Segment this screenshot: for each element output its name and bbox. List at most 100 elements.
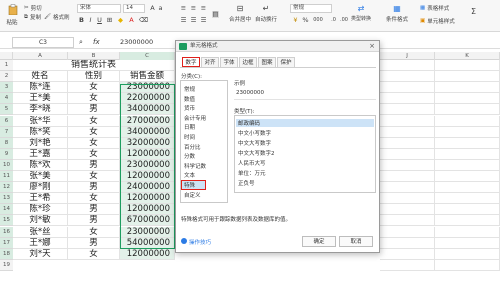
percent-icon[interactable]: % [302, 17, 309, 24]
column-title[interactable]: 性别 [68, 71, 120, 83]
clear-icon[interactable]: ⌫ [139, 17, 148, 24]
name-box[interactable]: C3 [12, 37, 74, 48]
empty-cell[interactable] [435, 82, 500, 94]
empty-cell[interactable] [435, 204, 500, 216]
empty-cell[interactable] [380, 259, 435, 271]
type-list[interactable]: 邮政编码 中文小写数字 中文大写数字 中文大写数字2 人民币大写 单位：万元 正负号 [234, 115, 376, 193]
row-header[interactable]: 17 [0, 237, 13, 249]
merge-center-button[interactable]: ⊟ 合并居中 [228, 4, 252, 23]
table-cell[interactable]: 王*娜 [13, 237, 68, 249]
category-item[interactable]: 会计专用 [184, 114, 206, 122]
type-item[interactable]: 中文小写数字 [238, 129, 271, 137]
empty-cell[interactable] [380, 193, 435, 205]
increase-decimal-icon[interactable]: .0 [330, 17, 337, 24]
cell-style-button[interactable]: ▣ 单元格样式 [420, 17, 455, 25]
align-left-icon[interactable]: ☰ [180, 17, 187, 24]
copy-button[interactable]: ⧉ 复制 [24, 13, 41, 22]
table-cell[interactable]: 张*华 [13, 115, 68, 127]
table-cell[interactable]: 女 [68, 226, 120, 238]
category-item[interactable]: 百分比 [184, 143, 201, 151]
category-item[interactable]: 时间 [184, 133, 195, 141]
row-header[interactable]: 18 [0, 248, 13, 260]
empty-cell[interactable] [380, 82, 435, 94]
table-cell[interactable]: 王*美 [13, 93, 68, 105]
empty-cell[interactable] [380, 148, 435, 160]
sheet-title[interactable]: 销售统计表 [13, 60, 175, 72]
row-header[interactable]: 9 [0, 148, 13, 160]
empty-cell[interactable] [435, 126, 500, 138]
empty-cell[interactable] [380, 226, 435, 238]
empty-cell[interactable] [380, 137, 435, 149]
row-header[interactable]: 4 [0, 93, 13, 105]
empty-cell[interactable] [435, 115, 500, 127]
category-item[interactable]: 自定义 [184, 191, 201, 199]
empty-cell[interactable] [435, 137, 500, 149]
thousands-icon[interactable]: 000 [312, 17, 324, 24]
align-bottom-icon[interactable]: ≡ [200, 5, 207, 12]
cancel-button[interactable]: 取消 [339, 236, 373, 247]
empty-cell[interactable] [380, 71, 435, 83]
column-header[interactable]: B [68, 52, 120, 60]
empty-cell[interactable] [380, 115, 435, 127]
type-item[interactable]: 邮政编码 [236, 119, 374, 127]
empty-cell[interactable] [380, 126, 435, 138]
table-cell[interactable]: 男 [68, 182, 120, 194]
table-cell[interactable]: 男 [68, 104, 120, 116]
row-header[interactable]: 14 [0, 204, 13, 216]
border-icon[interactable]: ⊞ [106, 17, 113, 24]
empty-cell[interactable] [380, 237, 435, 249]
format-painter-button[interactable]: 🖌 格式刷 [44, 13, 70, 21]
table-cell[interactable]: 廖*刚 [13, 182, 68, 194]
table-cell[interactable]: 陈*连 [13, 82, 68, 94]
empty-cell[interactable] [380, 171, 435, 183]
tab-font[interactable]: 字体 [220, 57, 238, 67]
row-header[interactable]: 19 [0, 259, 13, 271]
row-header[interactable]: 11 [0, 171, 13, 183]
table-cell[interactable]: 女 [68, 82, 120, 94]
category-item[interactable]: 货币 [184, 104, 195, 112]
row-header[interactable]: 6 [0, 115, 13, 127]
fill-color-icon[interactable]: ◆ [117, 17, 124, 24]
empty-cell[interactable] [435, 60, 500, 72]
empty-cell[interactable] [435, 215, 500, 227]
empty-cell[interactable] [435, 193, 500, 205]
table-cell[interactable]: 男 [68, 215, 120, 227]
empty-cell[interactable] [380, 104, 435, 116]
table-cell[interactable]: 女 [68, 193, 120, 205]
type-item[interactable]: 人民币大写 [238, 159, 266, 167]
empty-cell[interactable] [435, 93, 500, 105]
empty-cell[interactable] [380, 204, 435, 216]
row-header[interactable]: 16 [0, 226, 13, 238]
type-item[interactable]: 中文大写数字 [238, 139, 271, 147]
empty-cell[interactable] [380, 182, 435, 194]
category-item[interactable]: 分数 [184, 152, 195, 160]
wrap-text-button[interactable]: ↵ 自动换行 [254, 4, 278, 23]
category-item[interactable]: 文本 [184, 171, 195, 179]
row-header[interactable]: 8 [0, 137, 13, 149]
select-all-corner[interactable] [0, 52, 13, 60]
table-cell[interactable]: 刘*敏 [13, 215, 68, 227]
align-top-icon[interactable]: ≡ [180, 5, 187, 12]
bold-icon[interactable]: B [78, 17, 85, 24]
column-header[interactable]: J [380, 52, 435, 60]
empty-cell[interactable] [380, 60, 435, 72]
category-item[interactable]: 日期 [184, 123, 195, 131]
column-title[interactable]: 姓名 [13, 71, 68, 83]
empty-cell[interactable] [380, 159, 435, 171]
table-cell[interactable]: 女 [68, 171, 120, 183]
tab-number[interactable]: 数字 [182, 57, 200, 67]
table-cell[interactable]: 女 [68, 126, 120, 138]
table-cell[interactable]: 刘*艳 [13, 137, 68, 149]
table-cell[interactable]: 王*嘉 [13, 148, 68, 160]
font-name-select[interactable]: 宋体 [77, 4, 121, 13]
row-header[interactable]: 7 [0, 126, 13, 138]
row-header[interactable]: 13 [0, 193, 13, 205]
close-icon[interactable]: × [369, 42, 375, 50]
zoom-icon[interactable]: ⌕ [79, 38, 83, 47]
column-header[interactable]: A [13, 52, 68, 60]
conditional-format-button[interactable]: ▦ 条件格式 [384, 4, 410, 23]
decrease-decimal-icon[interactable]: .00 [340, 17, 348, 24]
empty-cell[interactable] [435, 104, 500, 116]
ok-button[interactable]: 确定 [302, 236, 336, 247]
tips-link[interactable]: 操作技巧 [189, 238, 211, 246]
